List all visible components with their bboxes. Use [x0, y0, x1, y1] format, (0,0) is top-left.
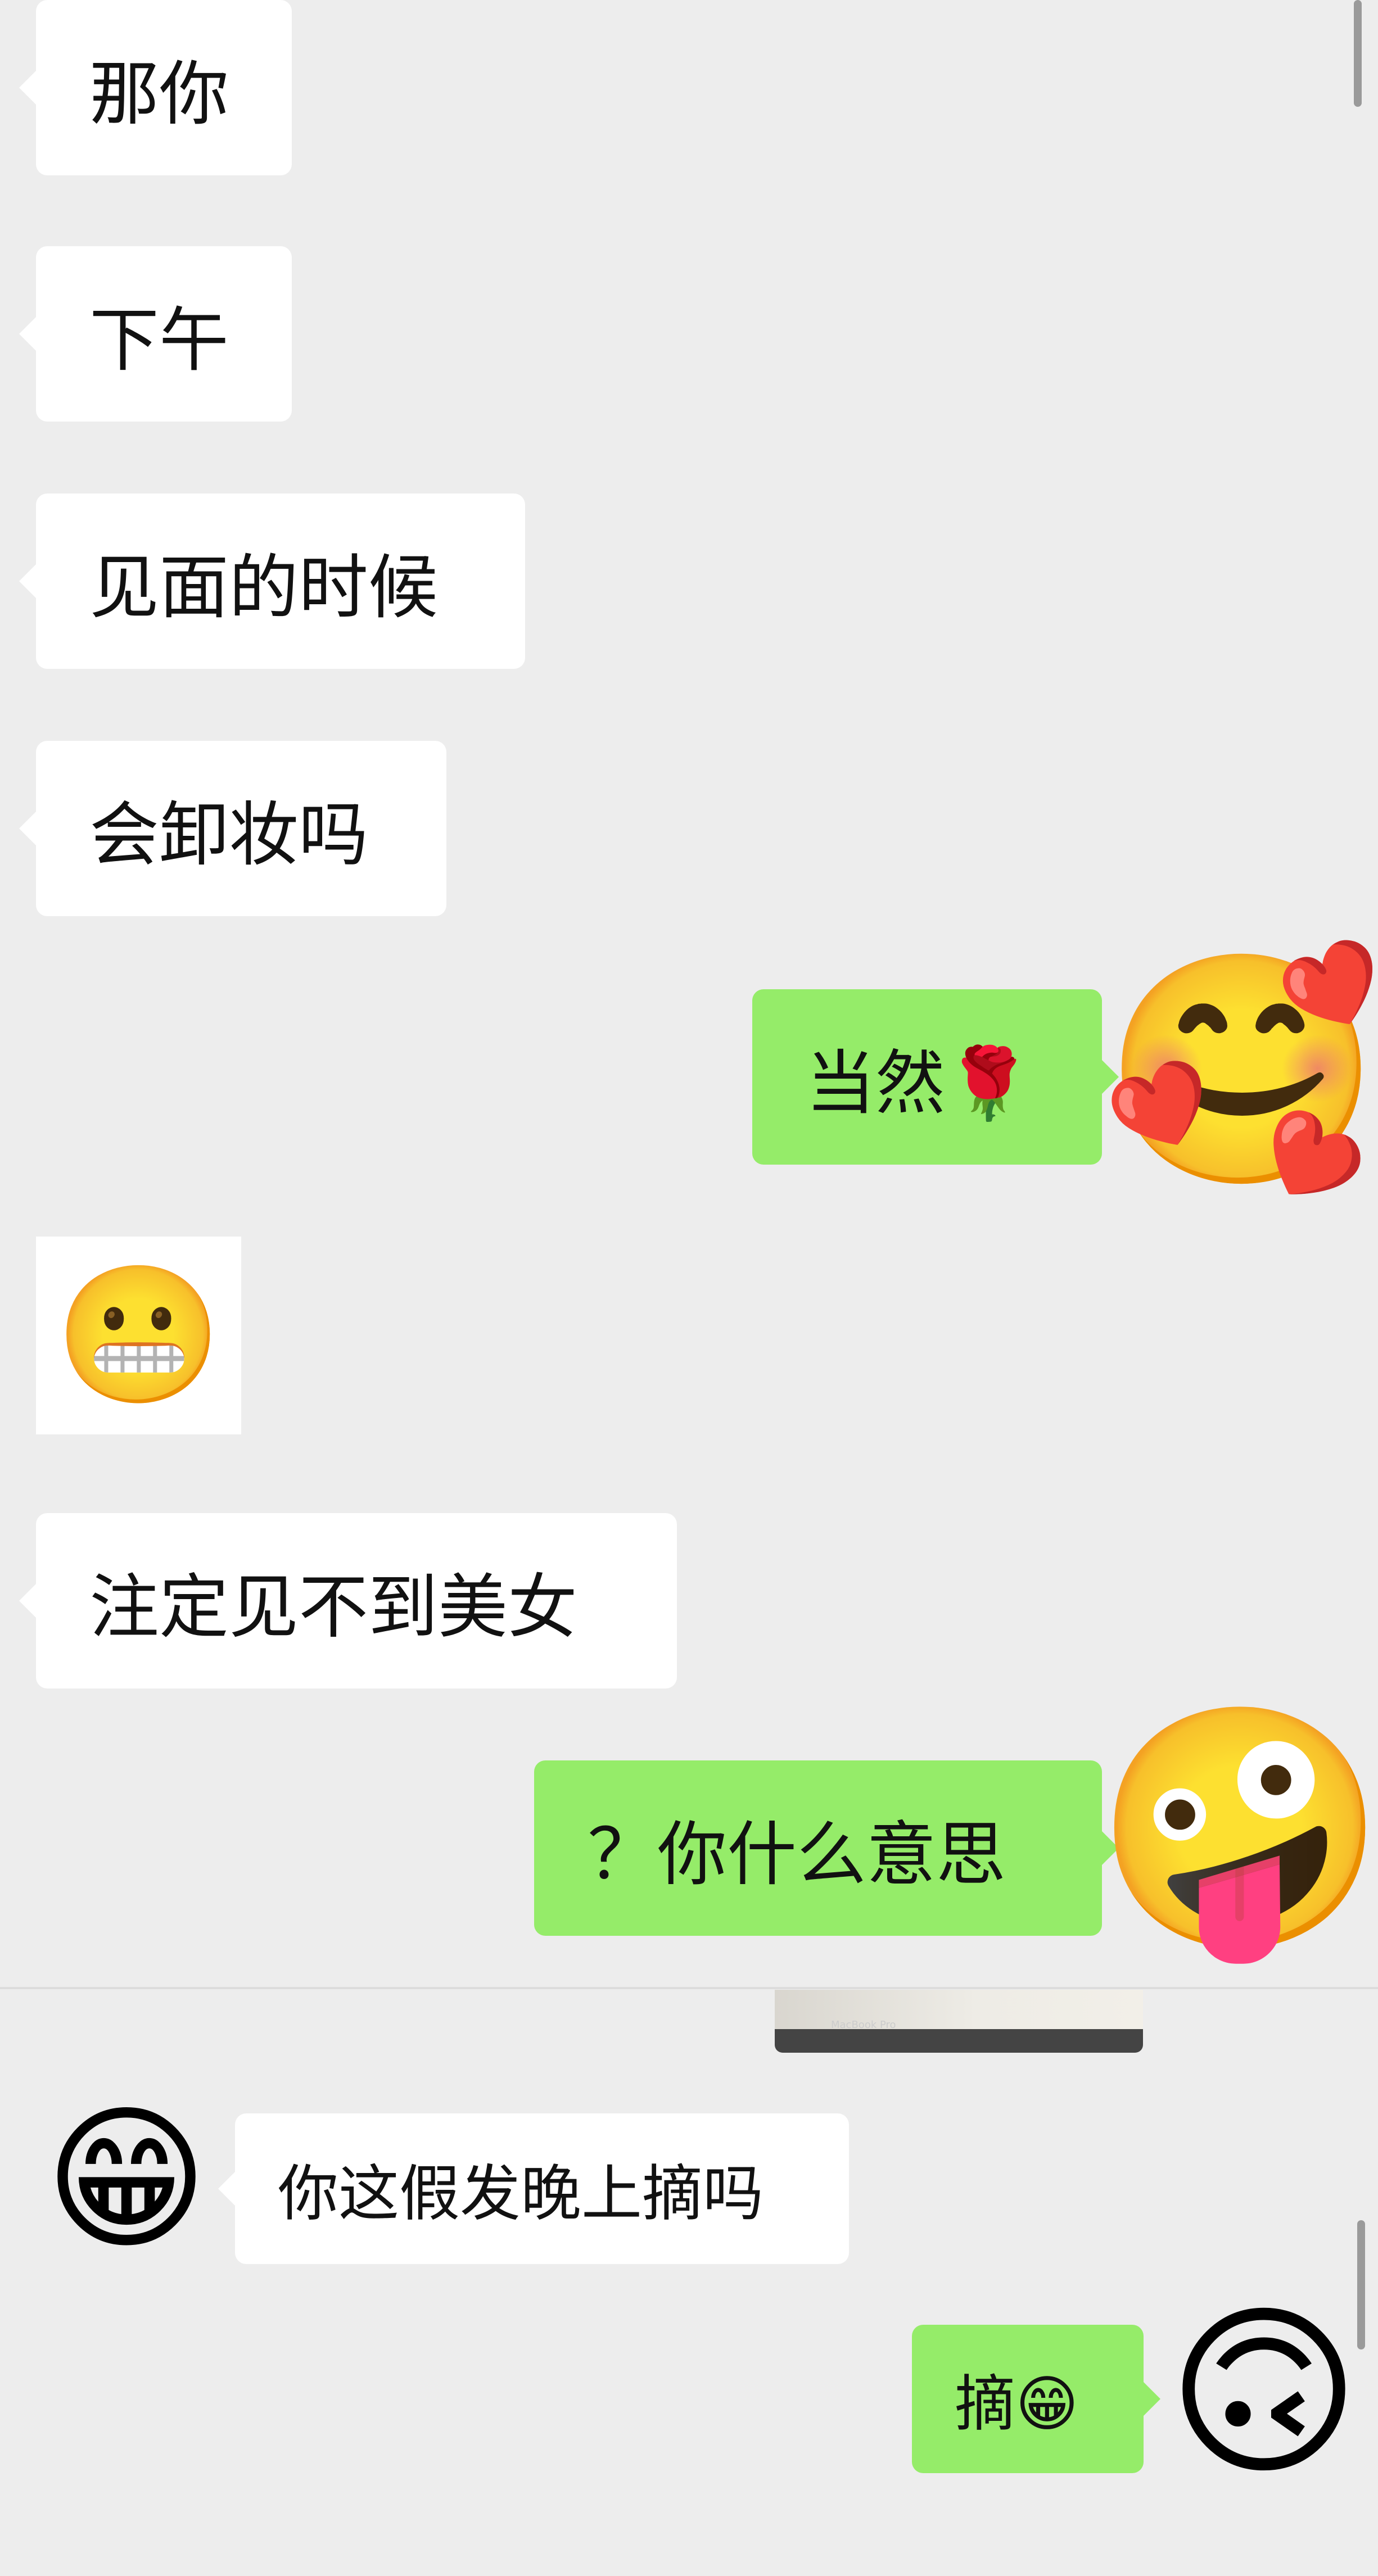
message-bubble-incoming[interactable]: 注定见不到美女: [19, 1513, 677, 1688]
message-bubble-incoming[interactable]: 那你: [19, 0, 292, 175]
message-bubble-outgoing[interactable]: 摘😁: [912, 2325, 1160, 2473]
grinning-face-icon[interactable]: 😁: [39, 2101, 214, 2275]
message-bubble-outgoing[interactable]: ？你什么意思: [534, 1760, 1119, 1936]
laptop-keyboard-graphic: [775, 2029, 1143, 2053]
image-message-thumbnail[interactable]: MacBook Pro: [775, 1990, 1143, 2053]
image-caption: MacBook Pro: [831, 2019, 896, 2031]
grimacing-face-sticker[interactable]: 😬: [36, 1237, 241, 1434]
section-divider: [0, 1987, 1378, 1989]
message-bubble-incoming[interactable]: 会卸妆吗: [19, 741, 446, 916]
scrollbar-top[interactable]: [1354, 0, 1362, 107]
upside-down-face-icon[interactable]: 🙃: [1163, 2300, 1365, 2502]
zany-face-icon[interactable]: 🤪: [1094, 1712, 1378, 1993]
smiling-face-with-hearts-icon[interactable]: 🥰: [1102, 958, 1378, 1228]
message-bubble-incoming[interactable]: 下午: [19, 246, 292, 422]
message-bubble-incoming[interactable]: 你这假发晚上摘吗: [218, 2113, 849, 2264]
message-bubble-outgoing[interactable]: 当然🌹: [752, 989, 1119, 1165]
message-bubble-incoming[interactable]: 见面的时候: [19, 494, 525, 669]
